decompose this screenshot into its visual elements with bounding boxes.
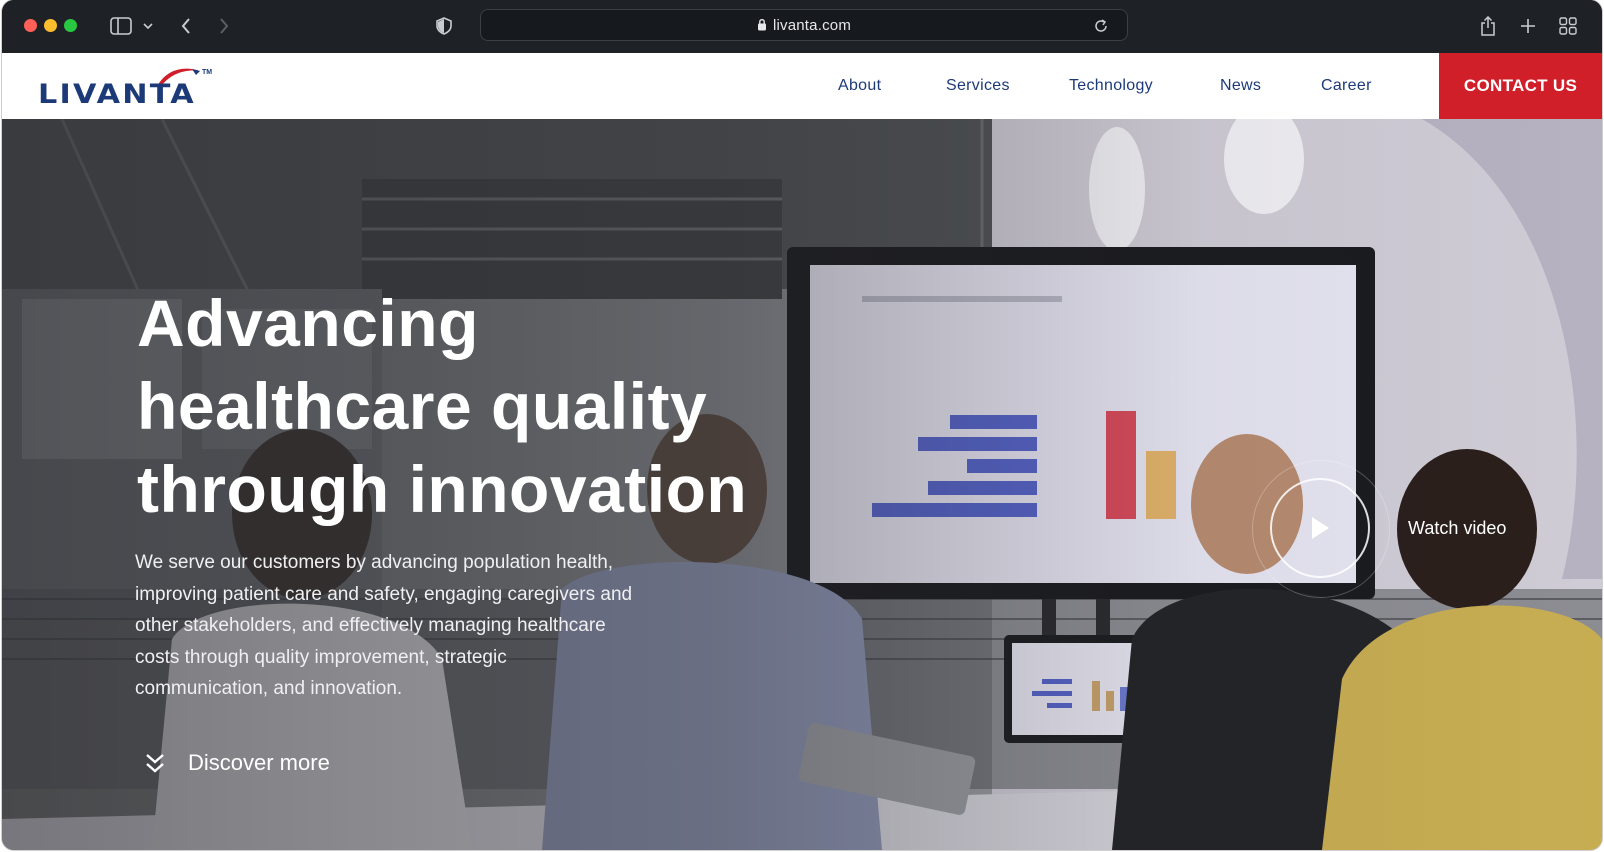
lock-icon [757, 18, 767, 35]
url-text: livanta.com [772, 17, 852, 34]
logo-wordmark: LIVANTA [38, 79, 196, 110]
hero-description-line: improving patient care and safety, engag… [135, 583, 633, 605]
close-window-button[interactable] [24, 19, 37, 32]
contact-us-button[interactable]: CONTACT US [1439, 53, 1602, 119]
browser-window: livanta.com LIVANTA TM About Services Te… [2, 0, 1602, 850]
minimize-window-button[interactable] [44, 19, 57, 32]
hero-title-line: healthcare quality [137, 369, 708, 443]
play-icon [1312, 517, 1329, 539]
play-button[interactable] [1252, 460, 1390, 598]
browser-toolbar: livanta.com [2, 0, 1602, 53]
shield-icon[interactable] [434, 12, 454, 40]
chevron-down-icon[interactable] [140, 12, 156, 40]
nav-services[interactable]: Services [946, 77, 1010, 95]
site-header: LIVANTA TM About Services Technology New… [2, 53, 1602, 119]
nav-technology[interactable]: Technology [1069, 77, 1153, 95]
hero-section: Advancing healthcare quality through inn… [2, 119, 1602, 850]
back-icon[interactable] [176, 12, 196, 40]
hero-description-line: We serve our customers by advancing popu… [135, 552, 614, 573]
hero-title-line: through innovation [137, 452, 748, 526]
forward-icon[interactable] [214, 12, 234, 40]
hero-description: We serve our customers by advancing popu… [135, 547, 755, 705]
discover-more-link[interactable]: Discover more [144, 746, 330, 780]
double-chevron-down-icon [144, 749, 168, 777]
nav-news[interactable]: News [1220, 77, 1261, 95]
watch-video-control[interactable]: Watch video [1252, 460, 1507, 598]
tab-overview-icon[interactable] [1558, 12, 1578, 40]
hero-description-line: communication, and innovation. [135, 678, 403, 699]
address-bar[interactable]: livanta.com [480, 9, 1128, 41]
sidebar-icon[interactable] [108, 12, 134, 40]
zoom-window-button[interactable] [64, 19, 77, 32]
livanta-logo[interactable]: LIVANTA TM [36, 63, 226, 110]
hero-description-line: other stakeholders, and effectively mana… [135, 615, 606, 636]
share-icon[interactable] [1478, 12, 1498, 40]
hero-title-line: Advancing [137, 286, 479, 360]
nav-career[interactable]: Career [1321, 77, 1372, 95]
reload-icon[interactable] [1089, 12, 1113, 40]
discover-more-label: Discover more [188, 750, 330, 775]
trademark-mark: TM [202, 69, 213, 76]
hero-description-line: costs through quality improvement, strat… [135, 646, 507, 668]
new-tab-icon[interactable] [1518, 12, 1538, 40]
hero-title: Advancing healthcare quality through inn… [137, 282, 857, 531]
nav-about[interactable]: About [838, 77, 881, 95]
watch-video-label: Watch video [1408, 517, 1507, 538]
